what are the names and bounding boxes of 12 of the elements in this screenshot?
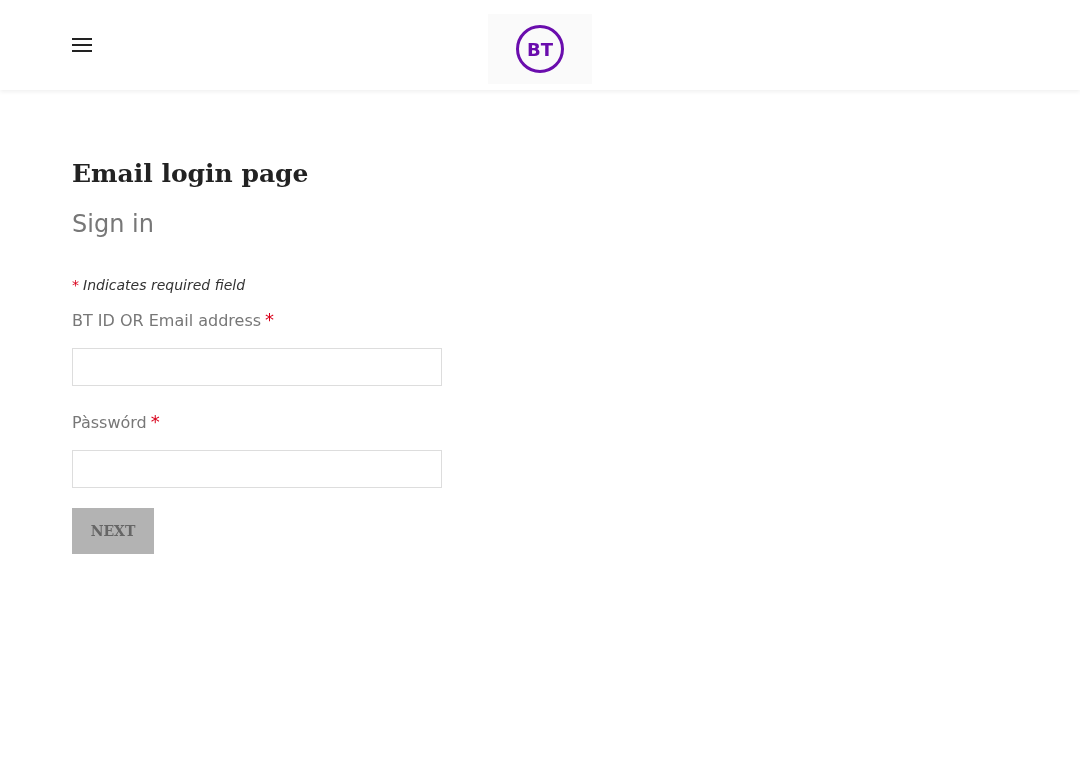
input-field[interactable] bbox=[72, 348, 442, 387]
field-label: Pàsswórd bbox=[72, 412, 147, 435]
logo[interactable]: BT bbox=[516, 25, 564, 73]
required-mark: * bbox=[265, 308, 275, 333]
input-field[interactable] bbox=[72, 450, 442, 489]
required-note: Indicates required field bbox=[83, 276, 246, 296]
menu-icon[interactable] bbox=[72, 38, 92, 52]
required-mark: * bbox=[72, 276, 79, 296]
required-mark: * bbox=[150, 410, 160, 435]
page-title: Email login page bbox=[72, 158, 310, 190]
field-label: BT ID OR Email address bbox=[72, 310, 262, 333]
form-title: Sign in bbox=[72, 209, 155, 240]
